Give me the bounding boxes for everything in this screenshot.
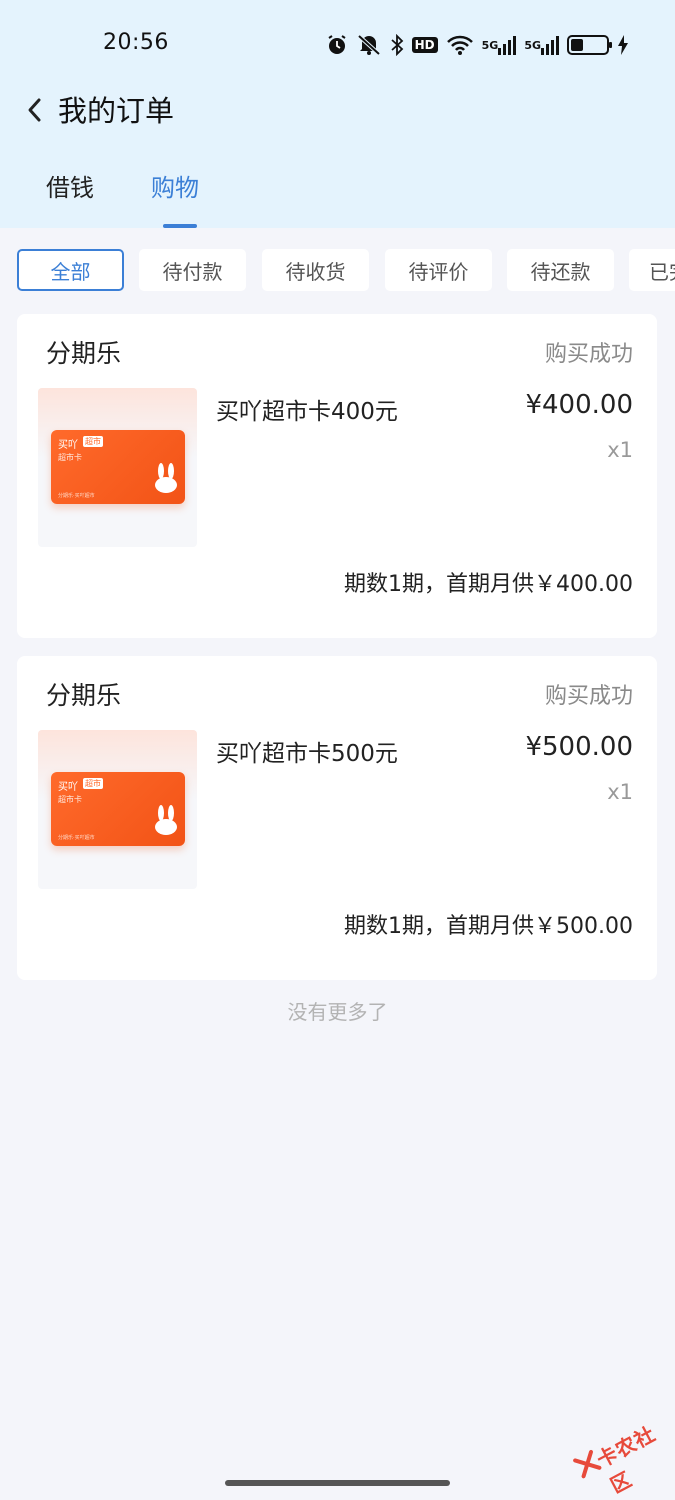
installment-plan: 期数1期，首期月供￥400.00 <box>344 572 633 597</box>
rabbit-icon <box>155 463 177 493</box>
home-indicator[interactable] <box>225 1480 450 1486</box>
charging-icon <box>617 34 629 56</box>
gift-card-fine: 分期乐·买吖超市 <box>58 835 95 841</box>
gift-card-graphic: 买吖 超市 超市卡 分期乐·买吖超市 <box>51 430 185 504</box>
tab-shopping[interactable]: 购物 <box>151 168 199 203</box>
order-status: 购买成功 <box>544 684 633 709</box>
filter-all[interactable]: 全部 <box>17 249 124 291</box>
wifi-icon <box>446 34 474 56</box>
status-icons: HD 5G 5G <box>326 32 629 58</box>
gift-card-graphic: 买吖 超市 超市卡 分期乐·买吖超市 <box>51 772 185 846</box>
signal-5g-label: 5G <box>481 38 499 52</box>
filter-pending-payment[interactable]: 待付款 <box>139 249 246 291</box>
product-price: ¥500.00 <box>525 732 633 762</box>
battery-icon <box>567 35 612 55</box>
bluetooth-icon <box>390 34 404 56</box>
battery-fill <box>571 39 583 51</box>
order-card[interactable]: 分期乐 购买成功 买吖 超市 超市卡 分期乐·买吖超市 买吖超市卡500元 ¥5… <box>17 656 657 980</box>
gift-card-badge: 超市 <box>83 778 103 789</box>
signal-5g-label: 5G <box>524 38 541 52</box>
rabbit-icon <box>155 805 177 835</box>
page-title: 我的订单 <box>58 94 175 128</box>
filter-pending-receipt[interactable]: 待收货 <box>262 249 369 291</box>
gift-card-badge: 超市 <box>83 436 103 447</box>
shop-name: 分期乐 <box>46 681 122 710</box>
order-card[interactable]: 分期乐 购买成功 买吖 超市 超市卡 分期乐·买吖超市 买吖超市卡400元 ¥4… <box>17 314 657 638</box>
product-quantity: x1 <box>607 780 633 804</box>
order-tabs: 借钱 购物 <box>0 160 675 228</box>
product-quantity: x1 <box>607 438 633 462</box>
alarm-icon <box>326 34 348 56</box>
filter-completed[interactable]: 已完 <box>629 249 675 291</box>
signal-5g-icon: 5G <box>482 35 517 55</box>
installment-plan: 期数1期，首期月供￥500.00 <box>344 914 633 939</box>
signal-5g-icon: 5G <box>524 35 559 55</box>
gift-card-brand: 买吖 <box>58 440 78 451</box>
hd-icon: HD <box>411 37 438 53</box>
status-time: 20:56 <box>103 30 169 55</box>
gift-card-sub: 超市卡 <box>58 795 82 804</box>
tab-active-indicator <box>163 224 197 228</box>
filter-chips: 全部 待付款 待收货 待评价 待还款 已完 <box>0 249 675 293</box>
mute-icon <box>356 34 382 56</box>
watermark: 卡农社区 <box>562 1393 675 1500</box>
order-status: 购买成功 <box>544 342 633 367</box>
product-price: ¥400.00 <box>525 390 633 420</box>
product-name: 买吖超市卡400元 <box>216 399 398 425</box>
watermark-text: 卡农社区 <box>592 1421 660 1498</box>
gift-card-sub: 超市卡 <box>58 453 82 462</box>
gift-card-brand: 买吖 <box>58 782 78 793</box>
product-image: 买吖 超市 超市卡 分期乐·买吖超市 <box>38 730 197 889</box>
status-bar: 20:56 HD 5G 5G <box>0 0 675 90</box>
chevron-left-icon[interactable] <box>22 92 48 128</box>
filter-pending-review[interactable]: 待评价 <box>385 249 492 291</box>
product-name: 买吖超市卡500元 <box>216 741 398 767</box>
tab-borrow[interactable]: 借钱 <box>46 168 94 203</box>
product-image: 买吖 超市 超市卡 分期乐·买吖超市 <box>38 388 197 547</box>
shop-name: 分期乐 <box>46 339 122 368</box>
gift-card-fine: 分期乐·买吖超市 <box>58 493 95 499</box>
page-header: 我的订单 <box>0 82 675 138</box>
filter-pending-repayment[interactable]: 待还款 <box>507 249 614 291</box>
no-more-text: 没有更多了 <box>287 1000 388 1024</box>
